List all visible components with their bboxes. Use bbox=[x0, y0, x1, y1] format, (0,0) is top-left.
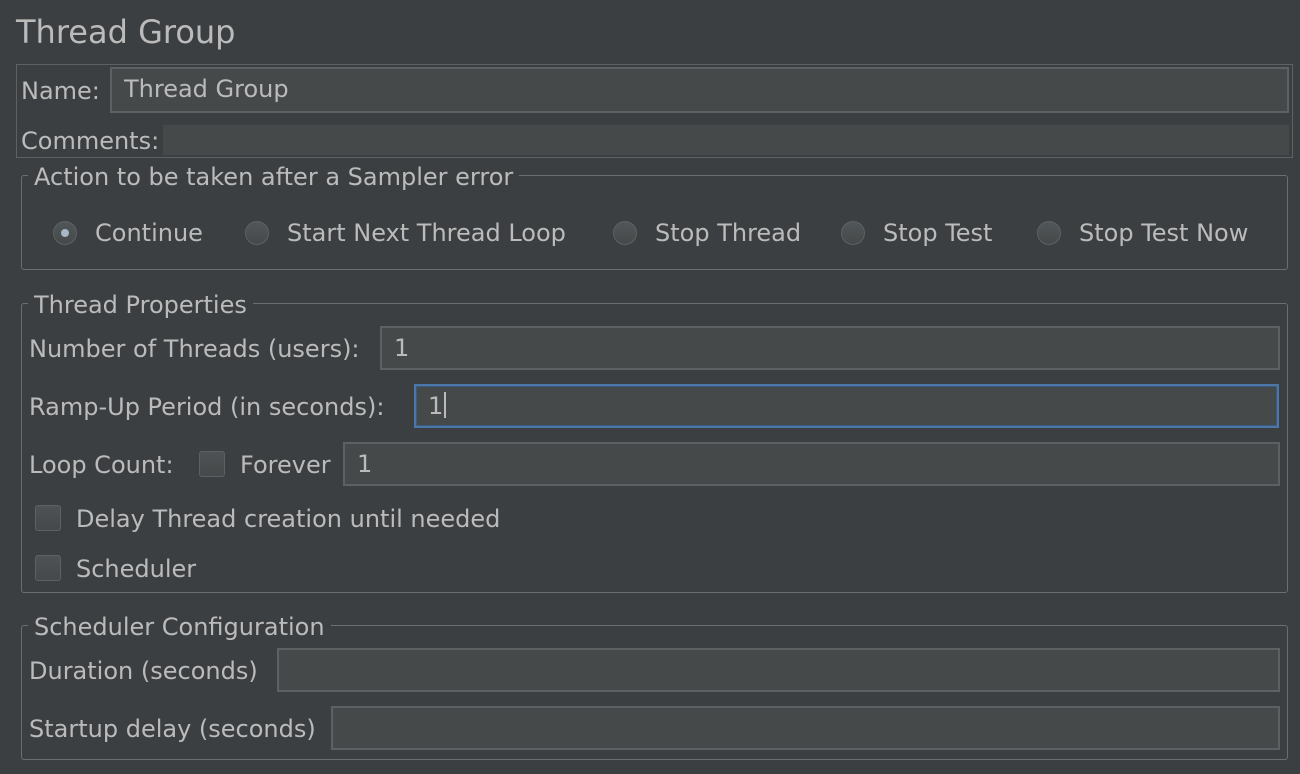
radio-stop-test-label: Stop Test bbox=[883, 219, 993, 247]
ramp-up-label: Ramp-Up Period (in seconds): bbox=[29, 393, 385, 421]
comments-label: Comments: bbox=[21, 127, 160, 155]
ramp-up-value: 1 bbox=[428, 392, 444, 420]
radio-stop-test-now-indicator[interactable] bbox=[1037, 221, 1061, 245]
radio-continue-label: Continue bbox=[95, 219, 203, 247]
sampler-error-legend: Action to be taken after a Sampler error bbox=[28, 162, 520, 192]
radio-stop-thread[interactable]: Stop Thread bbox=[613, 217, 801, 249]
ramp-up-input[interactable]: 1 bbox=[414, 384, 1279, 428]
radio-stop-thread-indicator[interactable] bbox=[613, 221, 637, 245]
duration-input[interactable] bbox=[277, 648, 1280, 692]
loop-count-input[interactable]: 1 bbox=[343, 442, 1280, 486]
delay-thread-label: Delay Thread creation until needed bbox=[76, 505, 501, 533]
radio-stop-test-now[interactable]: Stop Test Now bbox=[1037, 217, 1248, 249]
radio-stop-thread-label: Stop Thread bbox=[655, 219, 802, 247]
thread-properties-legend: Thread Properties bbox=[28, 290, 253, 320]
radio-continue-indicator[interactable] bbox=[53, 221, 77, 245]
num-threads-label: Number of Threads (users): bbox=[29, 335, 360, 363]
text-caret bbox=[444, 392, 447, 418]
comments-input[interactable] bbox=[163, 125, 1289, 155]
num-threads-input[interactable]: 1 bbox=[380, 326, 1280, 370]
radio-stop-test[interactable]: Stop Test bbox=[841, 217, 992, 249]
radio-stop-test-indicator[interactable] bbox=[841, 221, 865, 245]
delay-thread-checkbox[interactable] bbox=[35, 505, 61, 531]
scheduler-label: Scheduler bbox=[76, 555, 197, 583]
forever-label: Forever bbox=[240, 451, 331, 479]
radio-start-next-thread-loop-label: Start Next Thread Loop bbox=[287, 219, 566, 247]
duration-label: Duration (seconds) bbox=[29, 657, 258, 685]
radio-continue[interactable]: Continue bbox=[53, 217, 203, 249]
scheduler-config-legend: Scheduler Configuration bbox=[28, 612, 331, 642]
startup-delay-input[interactable] bbox=[331, 706, 1280, 750]
scheduler-checkbox[interactable] bbox=[35, 555, 61, 581]
startup-delay-label: Startup delay (seconds) bbox=[29, 715, 316, 743]
name-input[interactable]: Thread Group bbox=[110, 67, 1289, 113]
name-label: Name: bbox=[21, 77, 100, 105]
radio-stop-test-now-label: Stop Test Now bbox=[1079, 219, 1249, 247]
loop-count-label: Loop Count: bbox=[29, 451, 174, 479]
page-title: Thread Group bbox=[16, 13, 236, 51]
radio-start-next-thread-loop[interactable]: Start Next Thread Loop bbox=[245, 217, 566, 249]
forever-checkbox[interactable] bbox=[199, 451, 225, 477]
radio-start-next-thread-loop-indicator[interactable] bbox=[245, 221, 269, 245]
